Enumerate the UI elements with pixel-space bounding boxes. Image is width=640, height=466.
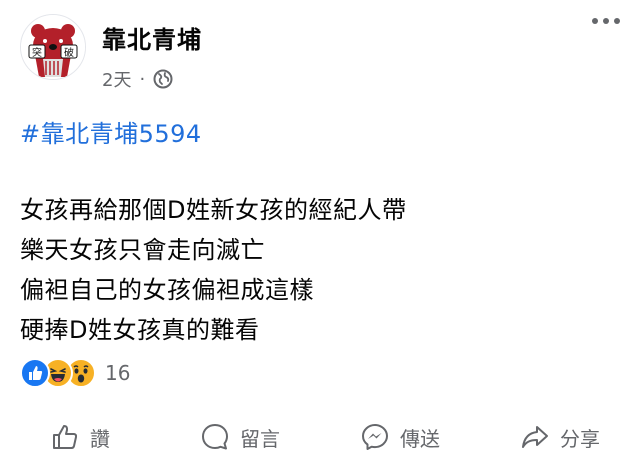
- post-line: 女孩再給那個D姓新女孩的經紀人帶: [20, 196, 407, 224]
- reaction-summary[interactable]: 16: [20, 358, 130, 388]
- share-button[interactable]: 分享: [480, 412, 640, 462]
- post-header: 突 破 靠北青埔 2天 ·: [20, 12, 620, 92]
- share-label: 分享: [560, 426, 600, 451]
- page-avatar[interactable]: 突 破: [20, 14, 86, 80]
- hashtag-link[interactable]: #靠北青埔5594: [20, 114, 202, 149]
- messenger-icon: [362, 424, 388, 450]
- like-icon: [20, 358, 50, 388]
- send-messenger-button[interactable]: 傳送: [320, 412, 480, 462]
- meta-separator: ·: [139, 68, 146, 90]
- more-options-button[interactable]: [592, 18, 620, 24]
- comment-button[interactable]: 留言: [160, 412, 320, 462]
- post-body: 女孩再給那個D姓新女孩的經紀人帶 樂天女孩只會走向滅亡 偏袒自己的女孩偏袒成這樣…: [20, 190, 406, 350]
- comment-label: 留言: [240, 426, 280, 451]
- share-arrow-icon: [522, 426, 548, 448]
- avatar-text-left: 突: [32, 46, 42, 59]
- reaction-count: 16: [105, 361, 131, 385]
- post-line: 硬捧D姓女孩真的難看: [20, 316, 260, 344]
- post-line: 偏袒自己的女孩偏袒成這樣: [20, 276, 314, 304]
- globe-icon: [153, 69, 173, 89]
- avatar-text-right: 破: [64, 46, 74, 59]
- like-label: 讚: [90, 426, 110, 451]
- post-meta: 2天 ·: [102, 66, 173, 92]
- send-label: 傳送: [400, 426, 440, 451]
- action-bar: 讚 留言 傳送 分享: [0, 412, 640, 462]
- thumbs-up-icon: [53, 425, 78, 449]
- comment-icon: [202, 424, 228, 450]
- like-button[interactable]: 讚: [0, 412, 160, 462]
- post-line: 樂天女孩只會走向滅亡: [20, 236, 265, 264]
- post-time[interactable]: 2天: [102, 66, 131, 92]
- more-dot-icon: [614, 18, 620, 24]
- more-dot-icon: [603, 18, 609, 24]
- author-name[interactable]: 靠北青埔: [102, 20, 202, 55]
- more-dot-icon: [592, 18, 598, 24]
- avatar-mascot-image: 突 破: [21, 15, 85, 79]
